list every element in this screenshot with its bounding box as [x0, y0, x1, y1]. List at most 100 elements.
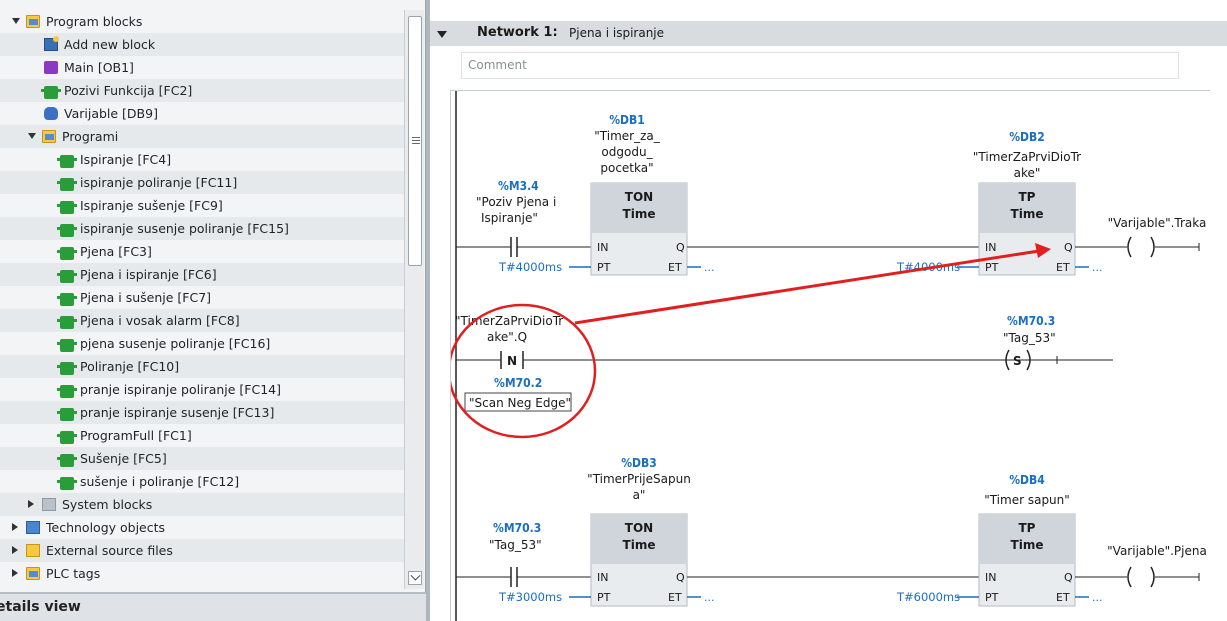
tree-item[interactable]: Pjena i ispiranje [FC6] [0, 263, 404, 286]
pin-in: IN [597, 571, 608, 584]
tree-item-label: Pjena i sušenje [FC7] [80, 290, 212, 305]
tree-item[interactable]: ispiranje susenje poliranje [FC15] [0, 217, 404, 240]
tree-item-label: Poliranje [FC10] [80, 359, 180, 374]
timer1-name-line1: "Timer_za_ [594, 129, 660, 143]
pin-q: Q [676, 571, 685, 584]
tree-item[interactable]: pranje ispiranje poliranje [FC14] [0, 378, 404, 401]
tree-item[interactable]: Program blocks [0, 10, 404, 33]
fc-block-icon [57, 178, 77, 191]
tree-item-label: Pjena i vosak alarm [FC8] [80, 313, 240, 328]
tia-portal-window: Program blocks Add new block Main [OB1] Poz… [0, 0, 1227, 621]
collapsed-arrow-icon[interactable] [12, 546, 18, 554]
tree-item[interactable]: Pjena [FC3] [0, 240, 404, 263]
timer2-address: %DB2 [1009, 130, 1045, 144]
timer3-et-value: ... [704, 591, 715, 604]
timer4-type: TP [1019, 521, 1036, 535]
collapsed-arrow-icon[interactable] [28, 500, 34, 508]
pin-in: IN [985, 241, 996, 254]
expand-arrow-icon[interactable] [12, 18, 20, 24]
timer1-pt-value[interactable]: T#4000ms [498, 260, 562, 274]
timer1-type: TON [625, 190, 653, 204]
tree-item[interactable]: sušenje i poliranje [FC12] [0, 470, 404, 493]
scrollbar-thumb[interactable] [408, 16, 422, 266]
timer3-type: TON [625, 521, 653, 535]
pin-pt: PT [985, 261, 999, 274]
tree-item[interactable]: Main [OB1] [0, 56, 404, 79]
timer3-address: %DB3 [621, 456, 657, 470]
network-comment-field[interactable]: Comment [461, 52, 1179, 79]
tree-item[interactable]: Poliranje [FC10] [0, 355, 404, 378]
pin-pt: PT [597, 591, 611, 604]
details-view-header[interactable]: etails view [0, 592, 426, 621]
tree-item[interactable]: Add new block [0, 33, 404, 56]
tree-scrollbar[interactable] [404, 10, 424, 589]
ladder-canvas: %M3.4 "Poziv Pjena i Ispiranje" %DB1 "Ti… [451, 91, 1207, 621]
timer4-pt-value[interactable]: T#6000ms [896, 590, 960, 604]
tree-item[interactable]: pranje ispiranje susenje [FC13] [0, 401, 404, 424]
comment-placeholder: Comment [468, 58, 527, 72]
project-tree-panel: Program blocks Add new block Main [OB1] Poz… [0, 0, 426, 621]
output-coil[interactable] [1127, 236, 1155, 258]
tree-item[interactable]: ispiranje poliranje [FC11] [0, 171, 404, 194]
tree-item-label: Program blocks [46, 14, 143, 29]
ob-block-icon [44, 61, 58, 74]
fc-block-icon [57, 477, 77, 490]
tree-item-label: Pozivi Funkcija [FC2] [64, 83, 193, 98]
tree-item[interactable]: Pjena i vosak alarm [FC8] [0, 309, 404, 332]
tree-item[interactable]: Ispiranje sušenje [FC9] [0, 194, 404, 217]
fc-block-icon [57, 270, 77, 283]
timer2-type: TP [1019, 190, 1036, 204]
ladder-editor: Network 1: Pjena i ispiranje Comment %M3… [426, 0, 1227, 621]
timer3-pt-value[interactable]: T#3000ms [498, 590, 562, 604]
tree-item-label: ispiranje susenje poliranje [FC15] [80, 221, 289, 236]
rung-3: %M70.3 "Tag_53" %DB3 "TimerPrijeSapun a"… [456, 456, 1207, 607]
tree-item[interactable]: Programi [0, 125, 404, 148]
tree-item-label: PLC tags [46, 566, 101, 581]
tree-item[interactable]: Technology objects [0, 516, 404, 539]
no-contact[interactable] [510, 237, 518, 257]
network-title[interactable]: Pjena i ispiranje [569, 26, 664, 40]
tree-item[interactable]: External source files [0, 539, 404, 562]
tree-item[interactable]: ProgramFull [FC1] [0, 424, 404, 447]
network-header[interactable]: Network 1: Pjena i ispiranje [430, 21, 1227, 46]
scroll-down-icon[interactable] [408, 571, 422, 585]
output-coil[interactable] [1127, 566, 1155, 588]
tree-item[interactable]: PLC tags [0, 562, 404, 585]
tree-item-label: System blocks [62, 497, 153, 512]
tree-item-label: Ispiranje sušenje [FC9] [80, 198, 223, 213]
contact-tag-line1: "Poziv Pjena i [476, 195, 556, 209]
fc-block-icon [57, 293, 77, 306]
timer4-address: %DB4 [1009, 473, 1045, 487]
pin-et: ET [1056, 261, 1070, 274]
editor-splitter[interactable] [426, 0, 430, 621]
collapse-network-icon[interactable] [437, 31, 447, 38]
timer4-et-value: ... [1092, 591, 1103, 604]
coil-tag: "Varijable".Traka [1108, 216, 1207, 230]
pin-in: IN [985, 571, 996, 584]
neg-edge-label: N [507, 354, 517, 368]
pin-et: ET [1056, 591, 1070, 604]
timer1-name-line2: odgodu_ [601, 145, 653, 159]
timer1-et-value: ... [704, 261, 715, 274]
pin-et: ET [668, 261, 682, 274]
tree-item[interactable]: Pjena i sušenje [FC7] [0, 286, 404, 309]
collapsed-arrow-icon[interactable] [12, 523, 18, 531]
tree-item-label: Programi [62, 129, 119, 144]
tree-item[interactable]: Ispiranje [FC4] [0, 148, 404, 171]
tree-item[interactable]: Pozivi Funkcija [FC2] [0, 79, 404, 102]
fc-block-icon [57, 224, 77, 237]
contact-address: %M3.4 [498, 179, 539, 193]
tree-item-label: Sušenje [FC5] [80, 451, 167, 466]
no-contact[interactable] [510, 567, 518, 587]
neg-contact-tag-line1: "TimerZaPrviDioTr [455, 314, 563, 328]
tree-item[interactable]: pjena susenje poliranje [FC16] [0, 332, 404, 355]
timer1-name-line3: pocetka" [600, 161, 653, 175]
tree-item[interactable]: System blocks [0, 493, 404, 516]
expand-arrow-icon[interactable] [28, 133, 36, 139]
contact-address: %M70.3 [493, 521, 541, 535]
set-coil-tag: "Tag_53" [1003, 331, 1056, 345]
tree-item[interactable]: Sušenje [FC5] [0, 447, 404, 470]
collapsed-arrow-icon[interactable] [12, 569, 18, 577]
tree-item[interactable]: Varijable [DB9] [0, 102, 404, 125]
pin-et: ET [668, 591, 682, 604]
